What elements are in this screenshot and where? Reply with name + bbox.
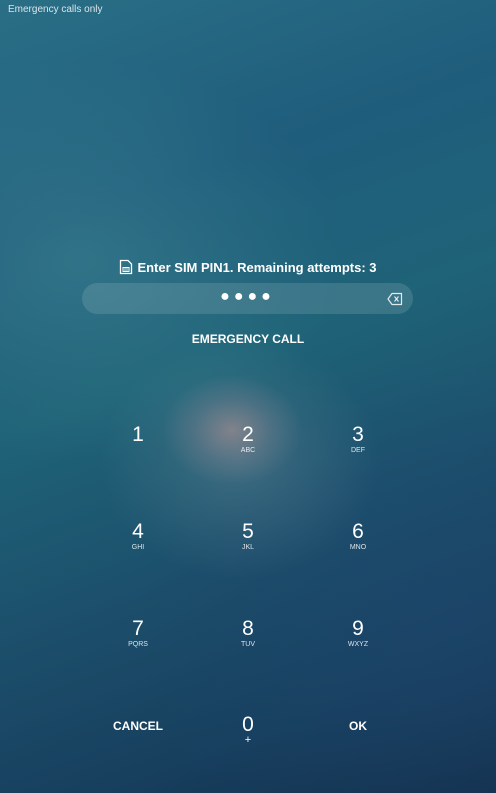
cancel-label: CANCEL (113, 719, 163, 733)
sim-card-icon (119, 259, 133, 275)
ok-label: OK (349, 719, 367, 733)
key-4[interactable]: 4 GHI (93, 507, 183, 567)
key-7[interactable]: 7 PQRS (93, 604, 183, 664)
key-digit: 6 (352, 520, 364, 543)
key-8[interactable]: 8 TUV (203, 604, 293, 664)
key-letters: TUV (241, 641, 255, 648)
key-9[interactable]: 9 WXYZ (313, 604, 403, 664)
key-5[interactable]: 5 JKL (203, 507, 293, 567)
cancel-button[interactable]: CANCEL (93, 696, 183, 756)
key-digit: 9 (352, 617, 364, 640)
status-bar-text: Emergency calls only (8, 4, 103, 15)
key-letters: JKL (241, 544, 255, 551)
sim-pin-input[interactable]: ●●●● (82, 283, 413, 314)
prompt-text: Enter SIM PIN1. Remaining attempts: 3 (137, 259, 377, 275)
key-digit: 0 (242, 712, 254, 736)
key-digit: 8 (242, 617, 254, 640)
pin-masked-value: ●●●● (220, 288, 275, 305)
key-digit: 1 (132, 422, 144, 446)
key-1[interactable]: 1 (93, 405, 183, 465)
key-digit: 5 (242, 520, 254, 543)
key-letters: PQRS (128, 641, 148, 648)
backspace-icon[interactable] (387, 292, 403, 306)
key-digit: 7 (132, 617, 144, 640)
key-digit: 2 (242, 423, 254, 446)
key-letters: WXYZ (347, 641, 369, 648)
emergency-call-button[interactable]: EMERGENCY CALL (0, 332, 496, 346)
ok-button[interactable]: OK (313, 696, 403, 756)
key-letters: DEF (351, 447, 365, 454)
key-digit: 4 (132, 520, 144, 543)
key-6[interactable]: 6 MNO (313, 507, 403, 567)
key-plus: + (244, 733, 252, 746)
key-letters: MNO (349, 544, 367, 551)
key-2[interactable]: 2 ABC (203, 410, 293, 470)
sim-pin-prompt: Enter SIM PIN1. Remaining attempts: 3 (0, 259, 496, 275)
key-digit: 3 (352, 423, 364, 446)
key-letters: GHI (131, 544, 145, 551)
key-0[interactable]: 0 + (203, 700, 293, 760)
key-letters: ABC (240, 447, 256, 454)
key-3[interactable]: 3 DEF (313, 410, 403, 470)
